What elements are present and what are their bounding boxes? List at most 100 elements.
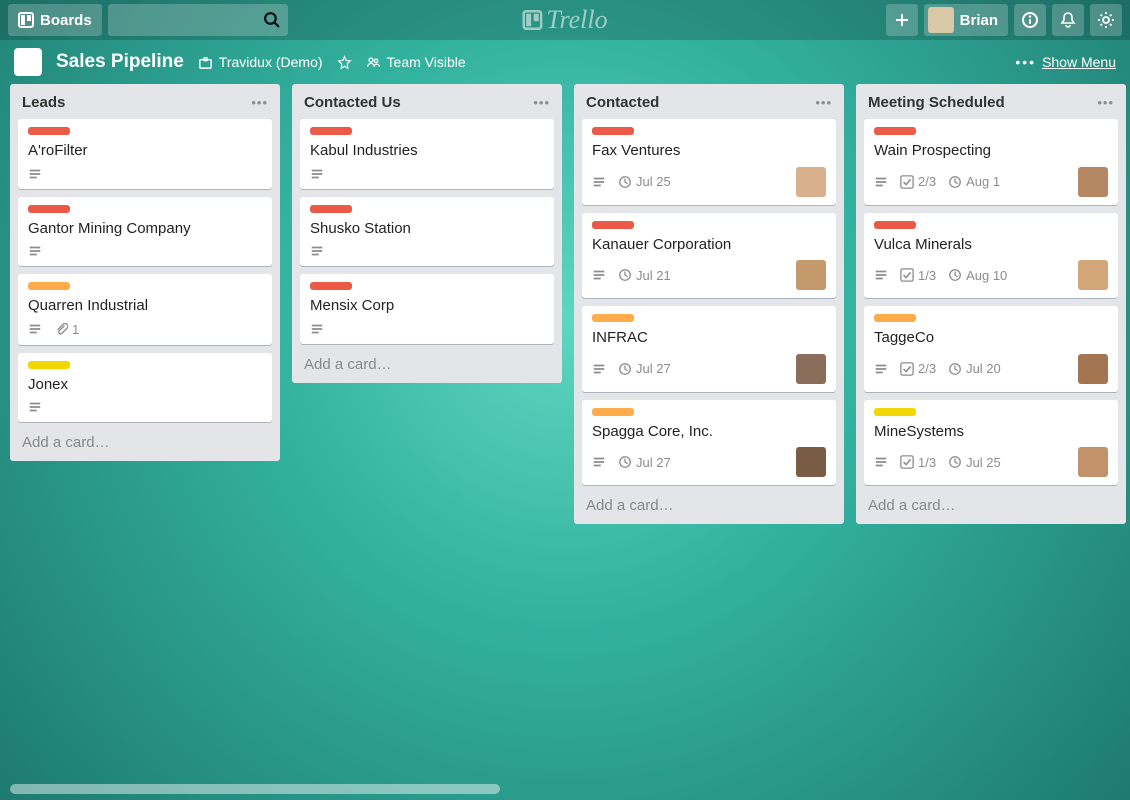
list-title[interactable]: Meeting Scheduled — [868, 94, 1005, 111]
member-avatar[interactable] — [1078, 447, 1108, 477]
card[interactable]: INFRAC Jul 27 — [582, 306, 836, 392]
list-title[interactable]: Leads — [22, 94, 65, 111]
board-avatar — [14, 48, 42, 76]
card-badges — [28, 244, 42, 258]
board-icon — [522, 10, 542, 30]
card-label — [874, 127, 916, 135]
member-avatar[interactable] — [1078, 260, 1108, 290]
description-badge — [28, 167, 42, 181]
card-badges-row: Jul 25 — [592, 167, 826, 197]
member-avatar[interactable] — [796, 260, 826, 290]
card[interactable]: Kabul Industries — [300, 119, 554, 189]
description-badge — [592, 455, 606, 469]
member-avatar[interactable] — [1078, 354, 1108, 384]
boards-label: Boards — [40, 12, 92, 29]
list-menu-button[interactable]: ••• — [533, 95, 550, 110]
description-badge — [310, 244, 324, 258]
top-bar: Boards Trello Brian — [0, 0, 1130, 40]
card[interactable]: TaggeCo 2/3Jul 20 — [864, 306, 1118, 392]
card-title: Gantor Mining Company — [28, 219, 262, 239]
card-title: TaggeCo — [874, 328, 1108, 348]
description-badge — [310, 322, 324, 336]
board-canvas[interactable]: Leads ••• A'roFilter Gantor Mining Compa… — [0, 84, 1130, 782]
card-badges-row — [28, 244, 262, 258]
card[interactable]: Quarren Industrial 1 — [18, 274, 272, 345]
app-logo: Trello — [522, 5, 607, 35]
card-badges: 1/3 Jul 25 — [874, 455, 1001, 470]
list: Meeting Scheduled ••• Wain Prospecting 2… — [856, 84, 1126, 524]
due-badge: Jul 27 — [618, 361, 671, 376]
card[interactable]: Mensix Corp — [300, 274, 554, 344]
card-title: MineSystems — [874, 422, 1108, 442]
card-badges: Jul 25 — [592, 174, 671, 189]
card-title: Shusko Station — [310, 219, 544, 239]
card[interactable]: Gantor Mining Company — [18, 197, 272, 267]
avatar — [928, 7, 954, 33]
card-badges — [310, 244, 324, 258]
member-avatar[interactable] — [796, 354, 826, 384]
due-badge: Jul 20 — [948, 361, 1001, 376]
horizontal-scrollbar[interactable] — [10, 784, 500, 794]
due-badge: Jul 21 — [618, 268, 671, 283]
card-label — [874, 408, 916, 416]
card[interactable]: Jonex — [18, 353, 272, 423]
card[interactable]: Fax Ventures Jul 25 — [582, 119, 836, 205]
member-avatar[interactable] — [796, 167, 826, 197]
app-name: Trello — [546, 5, 607, 35]
show-menu: ••• Show Menu — [1015, 54, 1116, 70]
list-menu-button[interactable]: ••• — [251, 95, 268, 110]
add-card-button[interactable]: Add a card… — [300, 352, 554, 375]
due-badge: Jul 27 — [618, 455, 671, 470]
top-right-controls: Brian — [886, 4, 1122, 36]
card-badges-row: 1/3Aug 10 — [874, 260, 1108, 290]
card-label — [28, 282, 70, 290]
show-menu-link[interactable]: Show Menu — [1042, 54, 1116, 70]
visibility-button[interactable]: Team Visible — [366, 54, 466, 70]
team-icon — [366, 55, 381, 70]
list-menu-button[interactable]: ••• — [815, 95, 832, 110]
member-avatar[interactable] — [1078, 167, 1108, 197]
card[interactable]: Vulca Minerals 1/3Aug 10 — [864, 213, 1118, 299]
card-title: Kanauer Corporation — [592, 235, 826, 255]
card[interactable]: Kanauer Corporation Jul 21 — [582, 213, 836, 299]
card[interactable]: Shusko Station — [300, 197, 554, 267]
description-badge — [874, 362, 888, 376]
member-avatar[interactable] — [796, 447, 826, 477]
card[interactable]: Spagga Core, Inc. Jul 27 — [582, 400, 836, 486]
list-header: Meeting Scheduled ••• — [864, 92, 1118, 111]
card-badges — [310, 167, 324, 181]
description-badge — [28, 322, 42, 336]
info-button[interactable] — [1014, 4, 1046, 36]
notifications-button[interactable] — [1052, 4, 1084, 36]
add-card-button[interactable]: Add a card… — [864, 493, 1118, 516]
list-menu-button[interactable]: ••• — [1097, 95, 1114, 110]
due-badge: Aug 10 — [948, 268, 1007, 283]
list-title[interactable]: Contacted Us — [304, 94, 401, 111]
search-input[interactable] — [108, 4, 288, 36]
org-link[interactable]: Travidux (Demo) — [198, 54, 323, 70]
user-menu-button[interactable]: Brian — [924, 4, 1008, 36]
board-title[interactable]: Sales Pipeline — [56, 51, 184, 73]
card[interactable]: A'roFilter — [18, 119, 272, 189]
star-board-button[interactable] — [337, 55, 352, 70]
due-badge: Jul 25 — [948, 455, 1001, 470]
list-header: Contacted ••• — [582, 92, 836, 111]
card-badges-row — [28, 167, 262, 181]
boards-button[interactable]: Boards — [8, 4, 102, 36]
create-button[interactable] — [886, 4, 918, 36]
card-label — [28, 361, 70, 369]
checklist-badge: 2/3 — [900, 174, 936, 189]
card-badges-row — [310, 167, 544, 181]
card[interactable]: MineSystems 1/3 Jul 25 — [864, 400, 1118, 486]
add-card-button[interactable]: Add a card… — [582, 493, 836, 516]
description-badge — [28, 244, 42, 258]
card-title: Fax Ventures — [592, 141, 826, 161]
checklist-badge: 1/3 — [900, 455, 936, 470]
ellipsis-icon: ••• — [1015, 54, 1036, 70]
settings-button[interactable] — [1090, 4, 1122, 36]
card[interactable]: Wain Prospecting 2/3Aug 1 — [864, 119, 1118, 205]
list-title[interactable]: Contacted — [586, 94, 659, 111]
card-title: INFRAC — [592, 328, 826, 348]
card-label — [874, 314, 916, 322]
add-card-button[interactable]: Add a card… — [18, 430, 272, 453]
